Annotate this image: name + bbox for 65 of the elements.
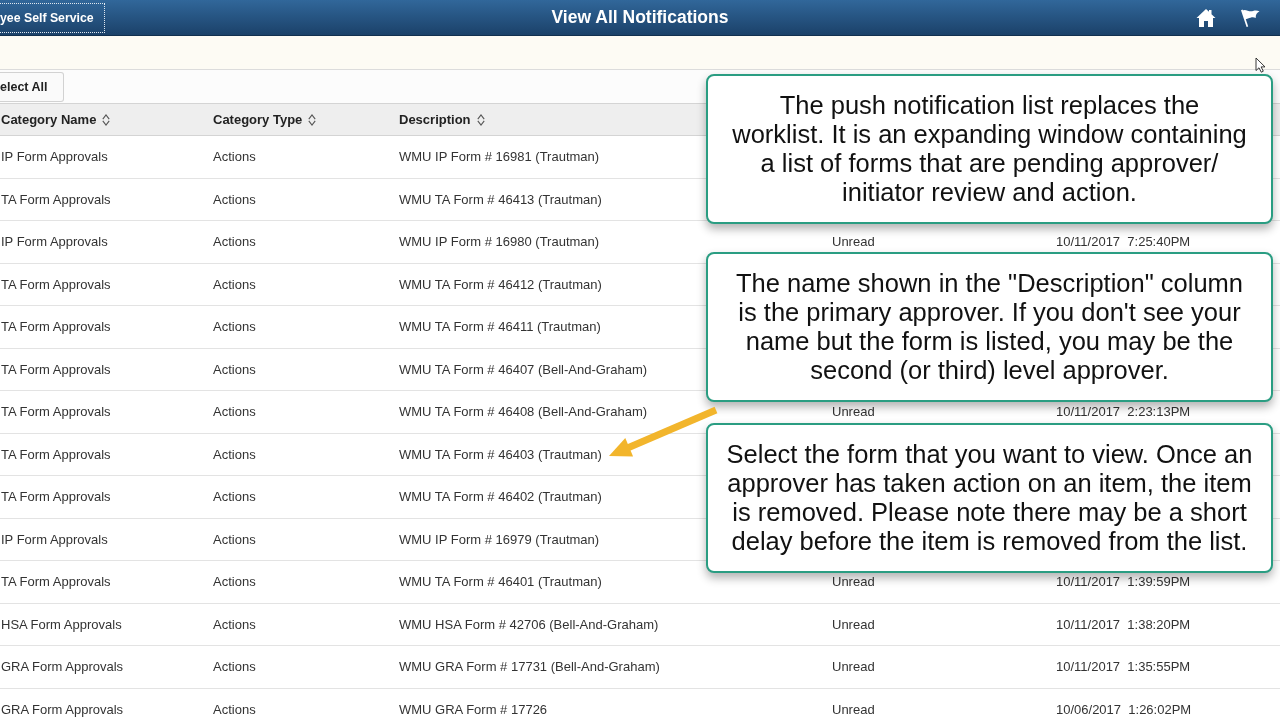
category-name: GRA Form Approvals: [1, 659, 124, 675]
form-description: WMU TA Form # 46411 (Trautman): [399, 319, 601, 335]
flag-icon[interactable]: [1240, 8, 1260, 27]
category-name: IP Form Approvals: [1, 531, 108, 547]
notification-date: 10/11/2017 1:39:59PM: [1056, 574, 1191, 590]
category-type: Actions: [213, 361, 256, 377]
form-description: WMU IP Form # 16980 (Trautman): [399, 234, 600, 250]
form-description: WMU IP Form # 16979 (Trautman): [399, 531, 600, 547]
category-type: Actions: [213, 319, 256, 335]
category-type: Actions: [213, 149, 256, 165]
column-header[interactable]: Category Type: [213, 112, 317, 127]
category-type: Actions: [213, 701, 256, 717]
category-type: Actions: [213, 446, 256, 462]
page-title: View All Notifications: [551, 7, 729, 28]
form-description: WMU TA Form # 46408 (Bell-And-Graham): [399, 404, 648, 420]
column-header[interactable]: Category Name: [1, 112, 111, 127]
category-type: Actions: [213, 276, 256, 292]
form-description: WMU HSA Form # 42706 (Bell-And-Graham): [399, 616, 659, 632]
category-name: TA Form Approvals: [1, 191, 111, 207]
back-button[interactable]: yee Self Service: [0, 2, 105, 33]
category-name: TA Form Approvals: [1, 446, 111, 462]
notification-date: 10/11/2017 1:35:55PM: [1056, 659, 1191, 675]
callout-text: Select the form that you want to view. Once an approver has taken action on an item, the item is removed. Please note there may be a short delay before the item is removed from the list.: [725, 440, 1254, 556]
read-status: Unread: [832, 574, 875, 590]
category-name: TA Form Approvals: [1, 489, 111, 505]
category-type: Actions: [213, 574, 256, 590]
read-status: Unread: [832, 659, 875, 675]
category-name: IP Form Approvals: [1, 149, 108, 165]
home-icon[interactable]: [1196, 7, 1216, 28]
read-status: Unread: [832, 404, 875, 420]
category-type: Actions: [213, 531, 256, 547]
form-description: WMU TA Form # 46407 (Bell-And-Graham): [399, 361, 648, 377]
form-description: WMU TA Form # 46403 (Trautman): [399, 446, 602, 462]
category-type: Actions: [213, 659, 256, 675]
notification-date: 10/06/2017 1:26:02PM: [1056, 701, 1192, 717]
form-description: WMU TA Form # 46413 (Trautman): [399, 191, 602, 207]
select-all-button[interactable]: elect All: [0, 71, 65, 102]
category-name: GRA Form Approvals: [1, 701, 124, 717]
form-description: WMU TA Form # 46401 (Trautman): [399, 574, 602, 590]
notification-date: 10/11/2017 2:23:13PM: [1056, 404, 1191, 420]
callout-text: The push notification list replaces the worklist. It is an expanding window containing a list of forms that are pending approver/ initiator review and action.: [731, 91, 1248, 207]
category-type: Actions: [213, 616, 256, 632]
category-type: Actions: [213, 191, 256, 207]
notification-date: 10/11/2017 7:25:40PM: [1056, 234, 1191, 250]
form-description: WMU TA Form # 46402 (Trautman): [399, 489, 602, 505]
form-description: WMU TA Form # 46412 (Trautman): [399, 276, 602, 292]
category-name: HSA Form Approvals: [1, 616, 122, 632]
category-name: TA Form Approvals: [1, 361, 111, 377]
form-description: WMU GRA Form # 17726: [399, 701, 548, 717]
category-type: Actions: [213, 489, 256, 505]
category-name: TA Form Approvals: [1, 276, 111, 292]
read-status: Unread: [832, 616, 875, 632]
category-name: TA Form Approvals: [1, 404, 111, 420]
category-name: TA Form Approvals: [1, 319, 111, 335]
category-name: IP Form Approvals: [1, 234, 108, 250]
category-type: Actions: [213, 234, 256, 250]
category-type: Actions: [213, 404, 256, 420]
column-header[interactable]: Description: [399, 112, 485, 127]
form-description: WMU GRA Form # 17731 (Bell-And-Graham): [399, 659, 660, 675]
read-status: Unread: [832, 234, 875, 250]
read-status: Unread: [832, 701, 875, 717]
notification-date: 10/11/2017 1:38:20PM: [1056, 616, 1191, 632]
callout-text: The name shown in the "Description" column is the primary approver. If you don't see your name but the form is listed, you may be the second (or third) level approver.: [734, 269, 1245, 385]
category-name: TA Form Approvals: [1, 574, 111, 590]
form-description: WMU IP Form # 16981 (Trautman): [399, 149, 600, 165]
